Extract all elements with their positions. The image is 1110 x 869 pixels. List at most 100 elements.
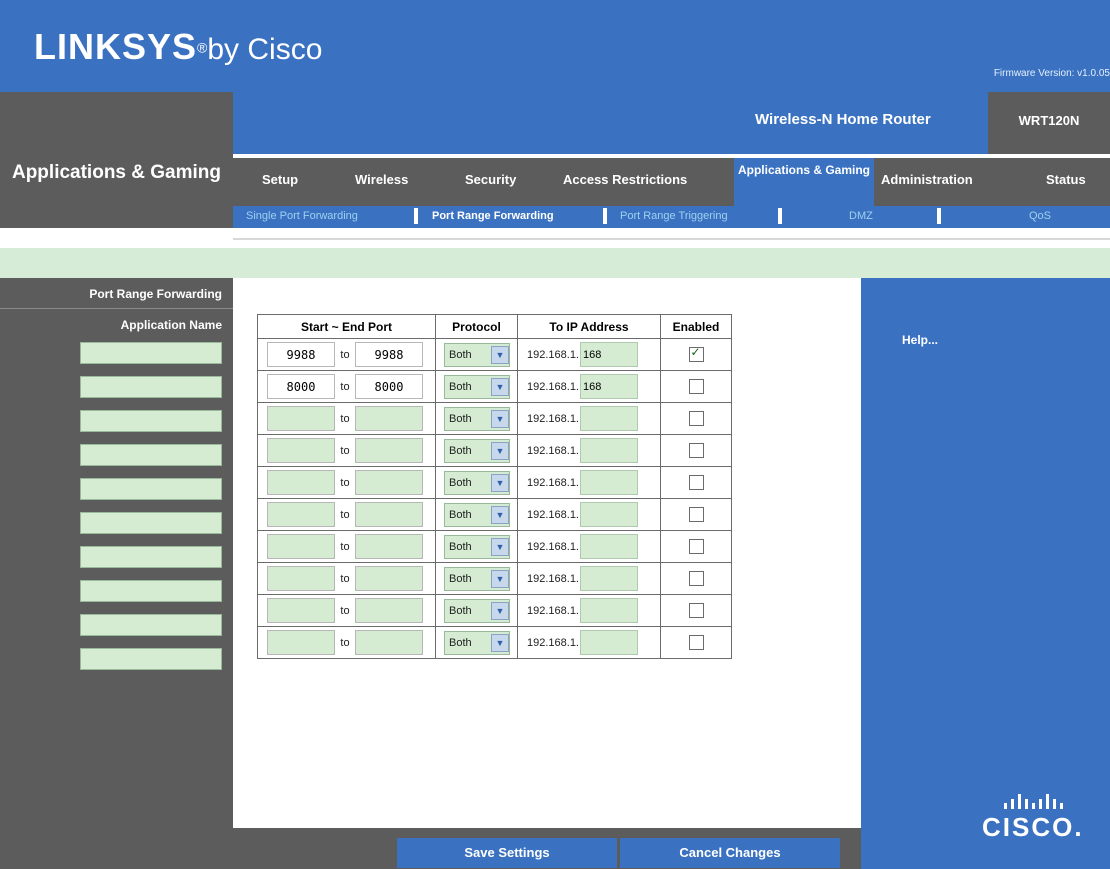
application-name-input[interactable]	[80, 512, 222, 534]
chevron-down-icon[interactable]: ▼	[491, 345, 509, 364]
protocol-select[interactable]: Both ▼	[444, 598, 510, 623]
application-name-input[interactable]	[80, 410, 222, 432]
help-link[interactable]: Help...	[902, 333, 938, 347]
end-port-input[interactable]	[355, 438, 423, 463]
chevron-down-icon[interactable]: ▼	[491, 441, 509, 460]
end-port-input[interactable]	[355, 534, 423, 559]
end-port-input[interactable]	[355, 502, 423, 527]
enabled-checkbox[interactable]	[688, 570, 704, 586]
ip-last-octet-input[interactable]	[580, 630, 638, 655]
ip-last-octet-input[interactable]	[580, 470, 638, 495]
ip-last-octet-input[interactable]	[580, 598, 638, 623]
chevron-down-icon[interactable]: ▼	[491, 377, 509, 396]
ip-address-cell: 192.168.1.	[517, 498, 661, 531]
tab-administration[interactable]: Administration	[881, 172, 973, 187]
enabled-cell	[660, 434, 732, 467]
ip-address-cell: 192.168.1.	[517, 530, 661, 563]
ip-last-octet-input[interactable]	[580, 438, 638, 463]
port-range-cell: to	[257, 594, 436, 627]
enabled-checkbox[interactable]	[688, 506, 704, 522]
chevron-down-icon[interactable]: ▼	[491, 633, 509, 652]
subnav-dmz[interactable]: DMZ	[849, 210, 873, 222]
application-name-input[interactable]	[80, 478, 222, 500]
linksys-logo: LINKSYS®by Cisco	[34, 26, 322, 68]
ip-last-octet-input[interactable]	[580, 566, 638, 591]
end-port-input[interactable]	[355, 566, 423, 591]
enabled-checkbox[interactable]	[688, 538, 704, 554]
application-name-input[interactable]	[80, 546, 222, 568]
subnav-separator	[778, 208, 782, 224]
start-port-input[interactable]	[267, 630, 335, 655]
header-ip-address: To IP Address	[517, 314, 661, 339]
ip-last-octet-input[interactable]	[580, 374, 638, 399]
ip-last-octet-input[interactable]	[580, 502, 638, 527]
protocol-select[interactable]: Both ▼	[444, 502, 510, 527]
ip-last-octet-input[interactable]	[580, 406, 638, 431]
tab-applications-gaming[interactable]	[734, 154, 874, 206]
end-port-input[interactable]	[355, 630, 423, 655]
application-name-input[interactable]	[80, 614, 222, 636]
subnav-port-range-forwarding[interactable]: Port Range Forwarding	[432, 210, 554, 222]
protocol-select[interactable]: Both ▼	[444, 630, 510, 655]
end-port-input[interactable]	[355, 470, 423, 495]
enabled-checkbox[interactable]	[688, 345, 704, 362]
start-port-input[interactable]	[267, 406, 335, 431]
protocol-select[interactable]: Both ▼	[444, 470, 510, 495]
protocol-select[interactable]: Both ▼	[444, 374, 510, 399]
table-row: to Both ▼ 192.168.1.	[257, 626, 732, 659]
protocol-select[interactable]: Both ▼	[444, 342, 510, 367]
start-port-input[interactable]	[267, 438, 335, 463]
tab-wireless[interactable]: Wireless	[355, 172, 408, 187]
ip-last-octet-input[interactable]	[580, 342, 638, 367]
subnav-single-port-forwarding[interactable]: Single Port Forwarding	[246, 210, 358, 222]
enabled-checkbox[interactable]	[688, 442, 704, 458]
enabled-cell	[660, 338, 732, 371]
start-port-input[interactable]	[267, 534, 335, 559]
enabled-checkbox[interactable]	[688, 410, 704, 426]
enabled-checkbox[interactable]	[688, 474, 704, 490]
chevron-down-icon[interactable]: ▼	[491, 601, 509, 620]
enabled-checkbox[interactable]	[688, 634, 704, 650]
chevron-down-icon[interactable]: ▼	[491, 473, 509, 492]
tab-status[interactable]: Status	[1046, 172, 1086, 187]
ip-prefix: 192.168.1.	[527, 476, 579, 489]
protocol-select[interactable]: Both ▼	[444, 406, 510, 431]
start-port-input[interactable]	[267, 342, 335, 367]
application-name-input[interactable]	[80, 342, 222, 364]
enabled-checkbox[interactable]	[688, 602, 704, 618]
to-label: to	[340, 540, 350, 553]
start-port-input[interactable]	[267, 598, 335, 623]
subnav-port-range-triggering[interactable]: Port Range Triggering	[620, 210, 728, 222]
tab-access-restrictions[interactable]: Access Restrictions	[563, 172, 687, 187]
start-port-input[interactable]	[267, 566, 335, 591]
end-port-input[interactable]	[355, 598, 423, 623]
protocol-select[interactable]: Both ▼	[444, 566, 510, 591]
ip-last-octet-input[interactable]	[580, 534, 638, 559]
save-settings-button[interactable]: Save Settings	[397, 838, 617, 868]
protocol-select[interactable]: Both ▼	[444, 438, 510, 463]
chevron-down-icon[interactable]: ▼	[491, 409, 509, 428]
tab-security[interactable]: Security	[465, 172, 516, 187]
application-name-input[interactable]	[80, 444, 222, 466]
application-name-input[interactable]	[80, 580, 222, 602]
start-port-input[interactable]	[267, 502, 335, 527]
enabled-checkbox[interactable]	[688, 378, 704, 394]
chevron-down-icon[interactable]: ▼	[491, 569, 509, 588]
tab-applications-gaming-label[interactable]: Applications & Gaming	[734, 163, 874, 178]
tab-setup[interactable]: Setup	[262, 172, 298, 187]
application-name-input[interactable]	[80, 648, 222, 670]
end-port-input[interactable]	[355, 374, 423, 399]
protocol-select[interactable]: Both ▼	[444, 534, 510, 559]
subnav-qos[interactable]: QoS	[1029, 210, 1051, 222]
end-port-input[interactable]	[355, 406, 423, 431]
enabled-cell	[660, 370, 732, 403]
cancel-changes-button[interactable]: Cancel Changes	[620, 838, 840, 868]
application-name-input[interactable]	[80, 376, 222, 398]
start-port-input[interactable]	[267, 374, 335, 399]
table-row: to Both ▼ 192.168.1.	[257, 434, 732, 467]
chevron-down-icon[interactable]: ▼	[491, 505, 509, 524]
end-port-input[interactable]	[355, 342, 423, 367]
start-port-input[interactable]	[267, 470, 335, 495]
model-number: WRT120N	[1018, 113, 1080, 128]
chevron-down-icon[interactable]: ▼	[491, 537, 509, 556]
